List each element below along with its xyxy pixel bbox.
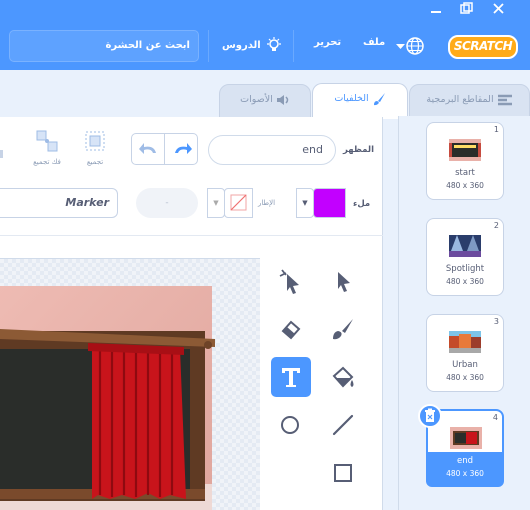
chevron-down-icon [396,44,405,49]
search-input[interactable]: ابحث عن الحشرة [9,30,199,62]
outline-color-swatch[interactable] [224,188,253,218]
backdrop-size: 480 x 360 [446,277,484,286]
group-button[interactable]: تجميع [75,128,115,170]
ungroup-icon [36,130,58,152]
redo-button[interactable] [164,133,198,165]
menu-divider [293,30,294,62]
line-tool[interactable] [325,407,361,443]
backdrop-name: start [455,168,475,178]
overflow-edge [0,150,3,158]
scratch-logo[interactable]: SCRATCH [448,35,518,59]
ungroup-button[interactable]: فك تجميع [27,128,67,170]
backdrop-size: 480 x 360 [446,373,484,382]
backdrop-number: 4 [492,413,498,422]
tab-sounds-label: الأصوات [240,94,273,105]
backdrop-list: 1 start 480 x 360 2 Spotlight 480 x 360 … [398,116,530,510]
rectangle-tool[interactable] [325,455,361,491]
reshape-tool[interactable] [272,263,308,299]
tab-backdrops-label: الخلفيات [334,93,369,104]
globe-icon [406,37,424,55]
menu-bar: ابحث عن الحشرة الدروس تحرير ملف SCRATCH [0,20,530,70]
backdrop-name: Urban [452,360,478,370]
restore-icon [460,2,473,14]
font-selector[interactable]: Marker [0,188,118,218]
fill-tool[interactable] [325,359,361,395]
undo-icon [139,143,156,154]
window-titlebar [0,0,530,22]
speaker-icon [276,94,289,105]
no-color-icon [230,194,247,211]
backdrop-thumbnail [450,427,482,449]
backdrop-number: 1 [493,125,499,134]
reshape-icon [279,269,299,294]
file-menu[interactable]: ملف [363,37,385,48]
delete-backdrop-button[interactable] [418,404,442,428]
redo-icon [175,143,192,154]
backdrop-card-urban[interactable]: 3 Urban 480 x 360 [426,314,504,392]
backdrop-thumbnail [449,235,481,257]
lightbulb-icon [267,37,282,51]
paintbrush-icon [373,92,385,105]
backdrop-name: Spotlight [445,264,485,274]
brush-icon [333,319,353,340]
eraser-icon [281,320,301,340]
backdrop-number: 2 [493,221,499,230]
outline-label: الإطار [258,199,276,207]
maximize-button[interactable] [452,0,482,20]
close-icon [493,3,504,14]
backdrop-thumbnail [449,331,481,353]
costume-name-input[interactable]: end [208,135,336,165]
line-icon [332,414,354,436]
circle-tool[interactable] [272,407,308,443]
select-tool[interactable] [325,263,361,299]
tab-sounds[interactable]: الأصوات [219,84,311,118]
toolbar-divider [0,235,383,236]
edit-menu[interactable]: تحرير [314,37,341,48]
brush-tool[interactable] [325,311,361,347]
tutorials-menu[interactable]: الدروس [222,37,282,53]
backdrop-card-start[interactable]: 1 start 480 x 360 [426,122,504,200]
fill-dropdown[interactable]: ▼ [296,188,314,218]
outline-dropdown[interactable]: ▼ [207,188,225,218]
close-window-button[interactable] [484,0,514,20]
tab-strip: الأصوات المقاطع البرمجية الخلفيات [0,70,530,119]
menu-divider [208,30,209,62]
undo-button[interactable] [131,133,165,165]
text-tool[interactable] [271,357,311,397]
backdrop-number: 3 [493,317,499,326]
tab-backdrops[interactable]: الخلفيات [312,83,408,119]
backdrop-size: 480 x 360 [446,181,484,190]
text-icon [282,368,300,387]
rectangle-icon [334,464,352,482]
backdrop-size: 480 x 360 [446,469,484,478]
trash-icon [425,408,435,422]
fill-label: ملء [353,199,371,209]
code-blocks-icon [497,94,512,105]
minimize-button[interactable] [422,0,452,20]
select-icon [338,272,350,292]
backdrop-name: end [456,456,473,466]
fill-icon [332,366,354,388]
tab-code-label: المقاطع البرمجية [426,94,494,105]
fill-color-swatch[interactable] [313,188,346,218]
tutorials-label: الدروس [222,40,261,51]
eraser-tool[interactable] [272,311,308,347]
circle-icon [281,416,299,434]
drawing-canvas[interactable] [0,258,260,510]
backdrop-thumbnail [449,139,481,161]
group-label: تجميع [86,158,104,166]
backdrop-card-spotlight[interactable]: 2 Spotlight 480 x 360 [426,218,504,296]
group-icon [85,131,105,151]
minimize-icon [431,11,441,13]
ungroup-label: فك تجميع [33,158,61,166]
backdrop-image [0,286,215,510]
language-button[interactable] [405,36,425,56]
tab-code[interactable]: المقاطع البرمجية [409,84,530,118]
costume-label: المظهر [343,145,374,155]
outline-width-input[interactable]: - [136,188,198,218]
